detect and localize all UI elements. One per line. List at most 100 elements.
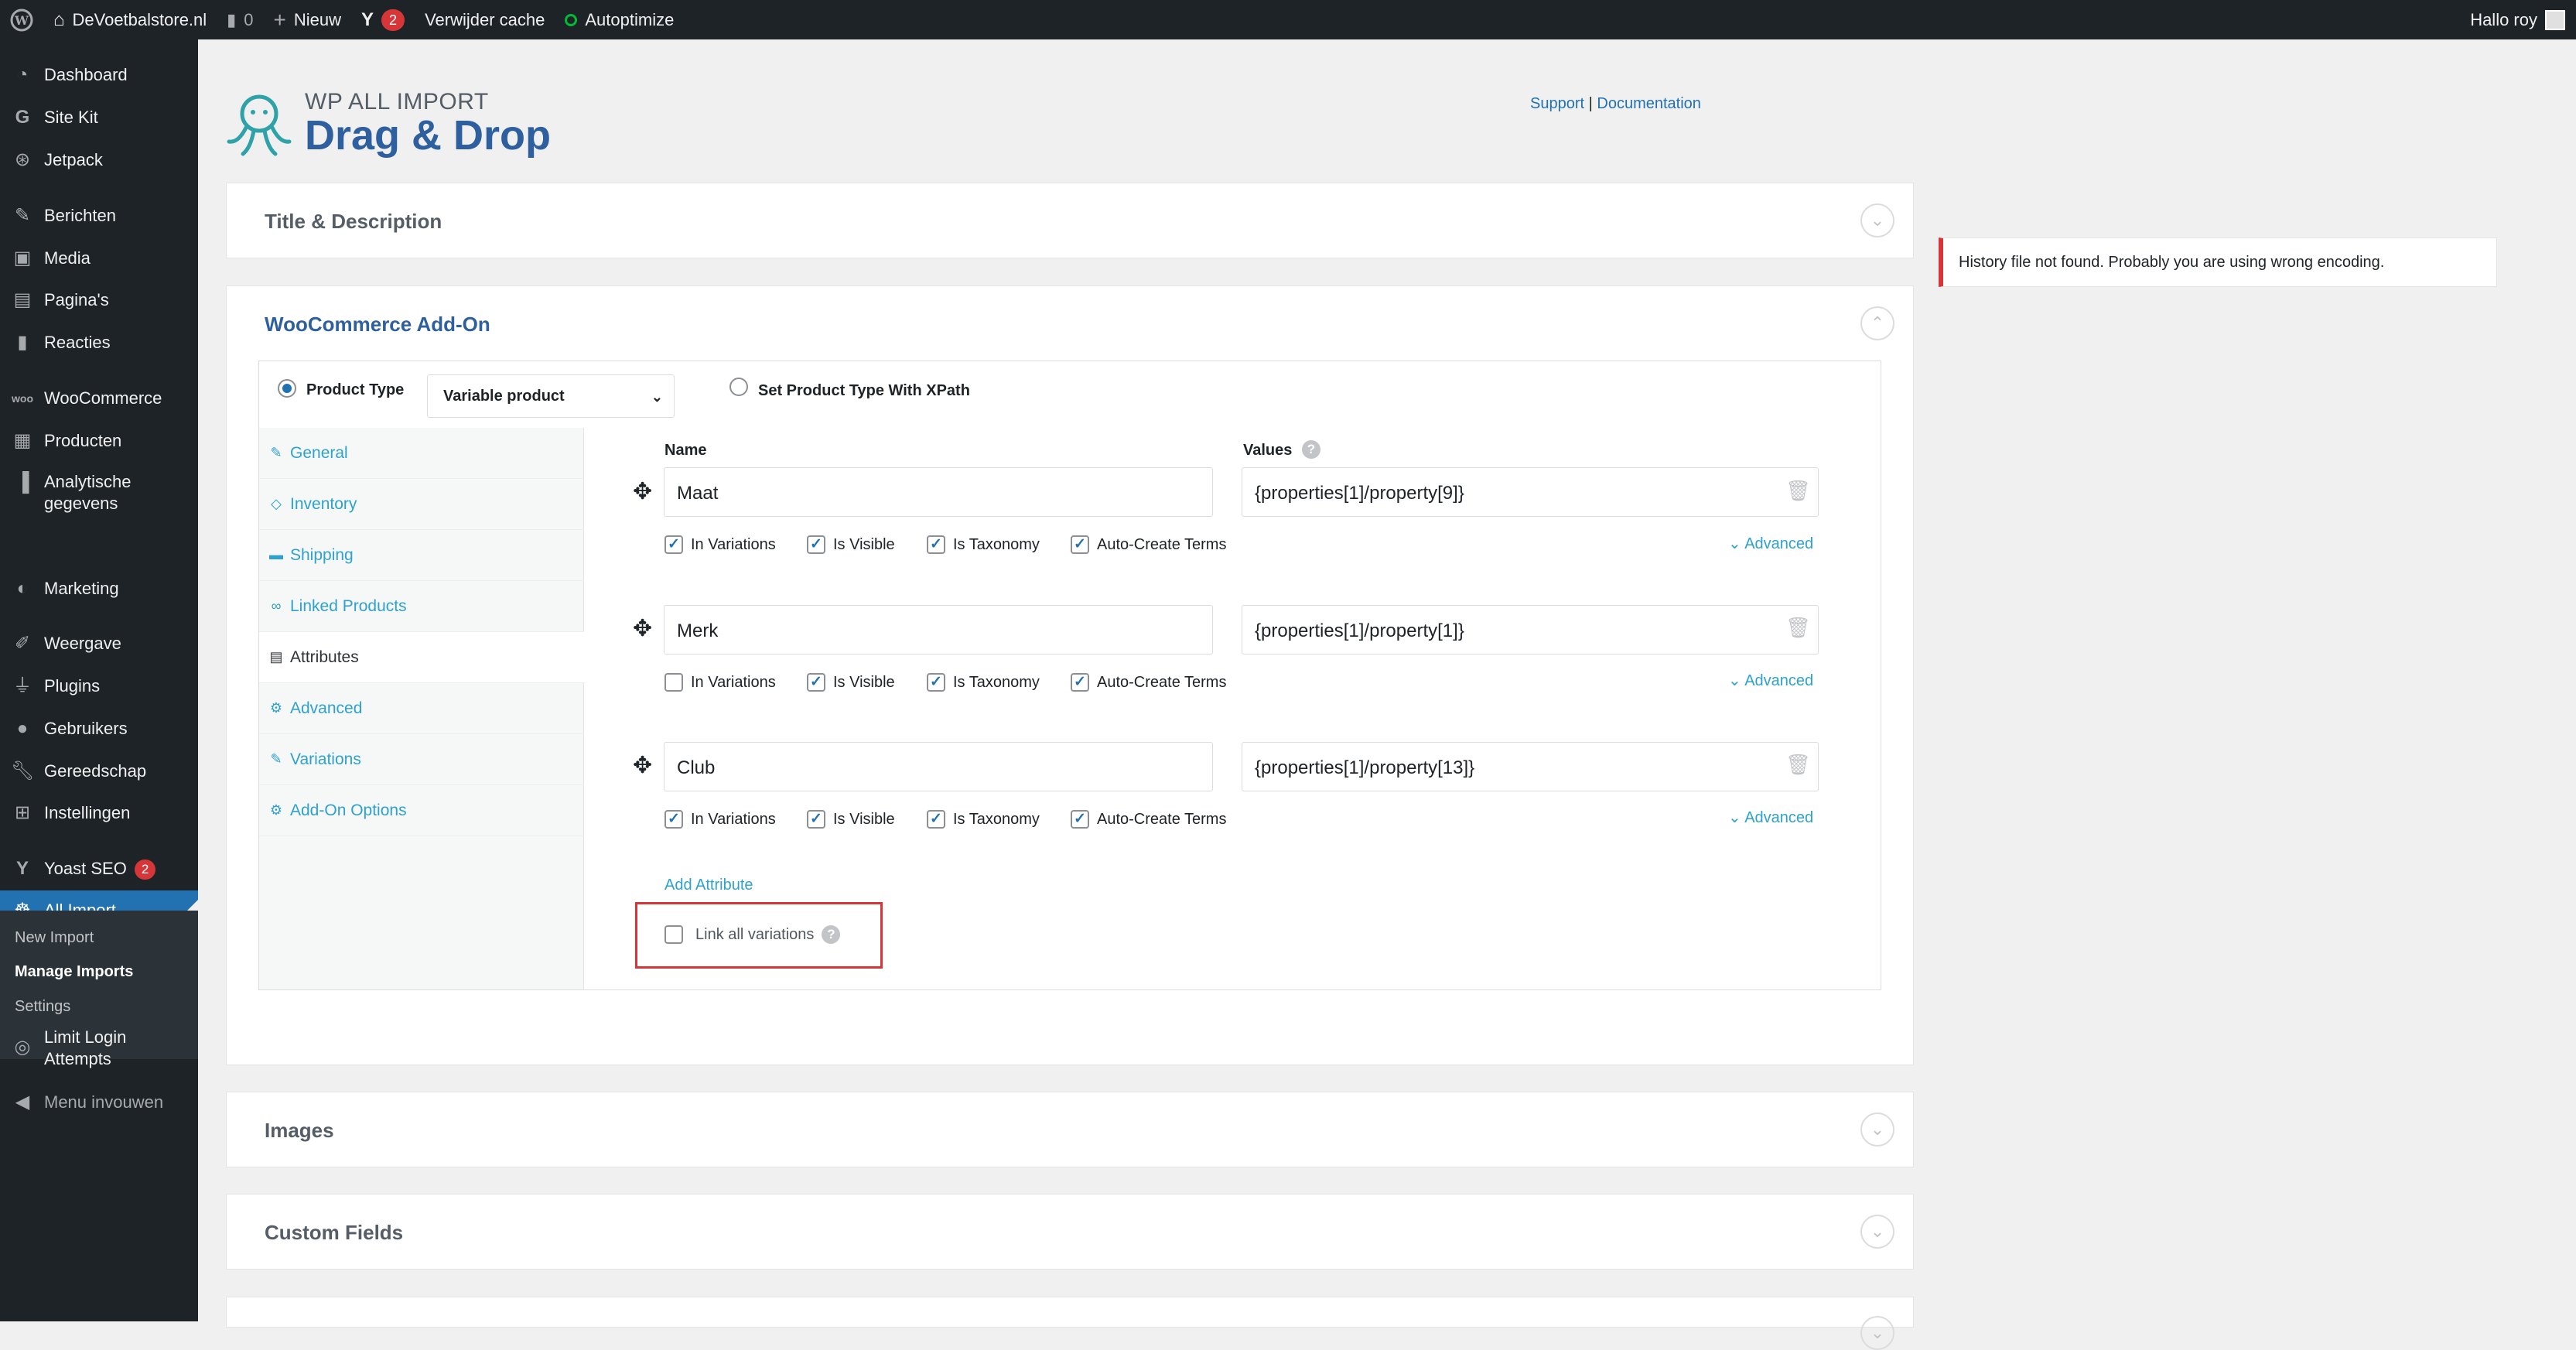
svg-text:W: W — [14, 13, 29, 28]
menu-yoast[interactable]: Y Yoast SEO 2 — [0, 856, 198, 881]
autoptimize-link[interactable]: Autoptimize — [555, 0, 684, 39]
menu-dashboard[interactable]: ◔ Dashboard — [0, 63, 198, 87]
clear-cache-link[interactable]: Verwijder cache — [415, 0, 555, 39]
in-variations-checkbox[interactable]: ✓ In Variations — [664, 810, 776, 829]
menu-site-kit[interactable]: G Site Kit — [0, 105, 198, 130]
attribute-value-input[interactable]: {properties[1]/property[1]} — [1242, 605, 1819, 654]
panel-title-description[interactable]: Title & Description ⌄ — [226, 183, 1914, 258]
user-account-link[interactable]: Hallo roy — [2460, 0, 2576, 39]
menu-plugins[interactable]: ⏚ Plugins — [0, 674, 198, 699]
submenu-settings[interactable]: Settings — [15, 998, 70, 1016]
menu-marketing[interactable]: ◐ Marketing — [0, 576, 198, 601]
checkbox[interactable]: ✓ — [664, 535, 683, 554]
drag-handle-icon[interactable]: ✥ — [633, 752, 652, 779]
jetpack-icon: ⊛ — [14, 149, 31, 170]
menu-reacties[interactable]: ▮ Reacties — [0, 330, 198, 355]
tab-variations[interactable]: ✎ Variations — [259, 734, 584, 785]
comments-link[interactable]: ▮ 0 — [217, 0, 263, 39]
checkbox[interactable]: ✓ — [927, 535, 945, 554]
attribute-name-input[interactable]: Maat — [664, 467, 1213, 517]
menu-label: Media — [44, 248, 91, 268]
is-visible-checkbox[interactable]: ✓ Is Visible — [807, 673, 895, 692]
in-variations-checkbox[interactable]: In Variations — [664, 673, 776, 692]
advanced-toggle[interactable]: ⌄ Advanced — [1728, 534, 1813, 553]
help-icon[interactable]: ? — [1302, 440, 1320, 459]
menu-label: Dashboard — [44, 65, 128, 84]
tab-attributes[interactable]: ▤ Attributes — [259, 632, 585, 683]
link-all-variations-checkbox[interactable]: Link all variations ? — [664, 925, 841, 944]
checkbox[interactable]: ✓ — [927, 673, 945, 692]
menu-limit-login[interactable]: ◎ Limit Login Attempts — [0, 1027, 198, 1073]
help-icon[interactable]: ? — [822, 925, 841, 944]
chevron-down-icon[interactable]: ⌄ — [1860, 203, 1894, 238]
product-type-radio[interactable] — [278, 379, 296, 398]
checkbox[interactable]: ✓ — [807, 673, 825, 692]
menu-analytics[interactable]: ▐ Analytische gegevens — [0, 471, 198, 518]
checkbox[interactable]: ✓ — [927, 810, 945, 829]
checkbox[interactable] — [664, 925, 683, 944]
trash-icon[interactable]: 🗑︎ — [1785, 616, 1811, 640]
menu-jetpack[interactable]: ⊛ Jetpack — [0, 148, 198, 173]
tab-add-on-options[interactable]: ⚙︎ Add-On Options — [259, 785, 584, 836]
attribute-value-input[interactable]: {properties[1]/property[13]} — [1242, 742, 1819, 791]
documentation-link[interactable]: Documentation — [1597, 95, 1701, 112]
submenu-manage-imports[interactable]: Manage Imports — [15, 963, 133, 981]
attribute-name-input[interactable]: Club — [664, 742, 1213, 791]
panel-custom-fields[interactable]: Custom Fields ⌄ — [226, 1194, 1914, 1270]
is-taxonomy-checkbox[interactable]: ✓ Is Taxonomy — [927, 673, 1040, 692]
drag-handle-icon[interactable]: ✥ — [633, 478, 652, 505]
menu-berichten[interactable]: ✎ Berichten — [0, 203, 198, 228]
site-name-link[interactable]: ⌂ DeVoetbalstore.nl — [43, 0, 217, 39]
trash-icon[interactable]: 🗑︎ — [1785, 753, 1811, 777]
chevron-up-icon[interactable]: ⌃ — [1860, 306, 1894, 340]
tab-advanced[interactable]: ⚙︎ Advanced — [259, 683, 584, 734]
advanced-toggle[interactable]: ⌄ Advanced — [1728, 808, 1813, 827]
is-taxonomy-checkbox[interactable]: ✓ Is Taxonomy — [927, 810, 1040, 829]
menu-gebruikers[interactable]: ● Gebruikers — [0, 716, 198, 741]
drag-handle-icon[interactable]: ✥ — [633, 615, 652, 642]
woo-icon: woo — [12, 392, 33, 405]
is-visible-checkbox[interactable]: ✓ Is Visible — [807, 810, 895, 829]
menu-paginas[interactable]: ▤ Pagina's — [0, 288, 198, 313]
menu-instellingen[interactable]: ⊞ Instellingen — [0, 801, 198, 825]
yoast-link[interactable]: Y 2 — [351, 0, 415, 39]
checkbox[interactable]: ✓ — [807, 810, 825, 829]
wordpress-logo-icon[interactable]: W — [0, 0, 43, 39]
menu-collapse[interactable]: ◀ Menu invouwen — [0, 1090, 198, 1115]
menu-media[interactable]: ▣ Media — [0, 246, 198, 271]
auto-create-terms-checkbox[interactable]: ✓ Auto-Create Terms — [1071, 810, 1226, 829]
tab-general[interactable]: ✎ General — [259, 428, 584, 479]
checkbox[interactable]: ✓ — [1071, 535, 1089, 554]
tab-inventory[interactable]: ◇ Inventory — [259, 479, 584, 530]
checkbox[interactable]: ✓ — [1071, 673, 1089, 692]
menu-woocommerce[interactable]: woo WooCommerce — [0, 386, 198, 411]
menu-producten[interactable]: ▦ Producten — [0, 429, 198, 453]
checkbox[interactable]: ✓ — [807, 535, 825, 554]
auto-create-terms-checkbox[interactable]: ✓ Auto-Create Terms — [1071, 673, 1226, 692]
chevron-down-icon[interactable]: ⌄ — [1860, 1215, 1894, 1249]
tab-shipping[interactable]: ▬ Shipping — [259, 530, 584, 581]
attribute-value-input[interactable]: {properties[1]/property[9]} — [1242, 467, 1819, 517]
is-taxonomy-checkbox[interactable]: ✓ Is Taxonomy — [927, 535, 1040, 554]
add-attribute-link[interactable]: Add Attribute — [664, 877, 753, 894]
new-content-link[interactable]: + Nieuw — [264, 0, 352, 39]
checkbox[interactable]: ✓ — [664, 810, 683, 829]
product-type-select[interactable]: Variable product ⌄ — [427, 374, 675, 418]
submenu-new-import[interactable]: New Import — [15, 929, 94, 947]
support-link[interactable]: Support — [1530, 95, 1584, 112]
tab-linked-products[interactable]: ∞ Linked Products — [259, 581, 584, 632]
is-visible-checkbox[interactable]: ✓ Is Visible — [807, 535, 895, 554]
in-variations-checkbox[interactable]: ✓ In Variations — [664, 535, 776, 554]
menu-gereedschap[interactable]: 🔧︎ Gereedschap — [0, 759, 198, 784]
checkbox[interactable] — [664, 673, 683, 692]
checkbox[interactable]: ✓ — [1071, 810, 1089, 829]
attribute-name-input[interactable]: Merk — [664, 605, 1213, 654]
trash-icon[interactable]: 🗑︎ — [1785, 479, 1811, 503]
auto-create-terms-checkbox[interactable]: ✓ Auto-Create Terms — [1071, 535, 1226, 554]
menu-weergave[interactable]: ✐ Weergave — [0, 631, 198, 656]
panel-images[interactable]: Images ⌄ — [226, 1092, 1914, 1167]
advanced-toggle[interactable]: ⌄ Advanced — [1728, 671, 1813, 690]
panel-next[interactable]: ⌄ — [226, 1297, 1914, 1350]
xpath-product-type-radio[interactable] — [729, 378, 748, 396]
chevron-down-icon[interactable]: ⌄ — [1860, 1112, 1894, 1147]
